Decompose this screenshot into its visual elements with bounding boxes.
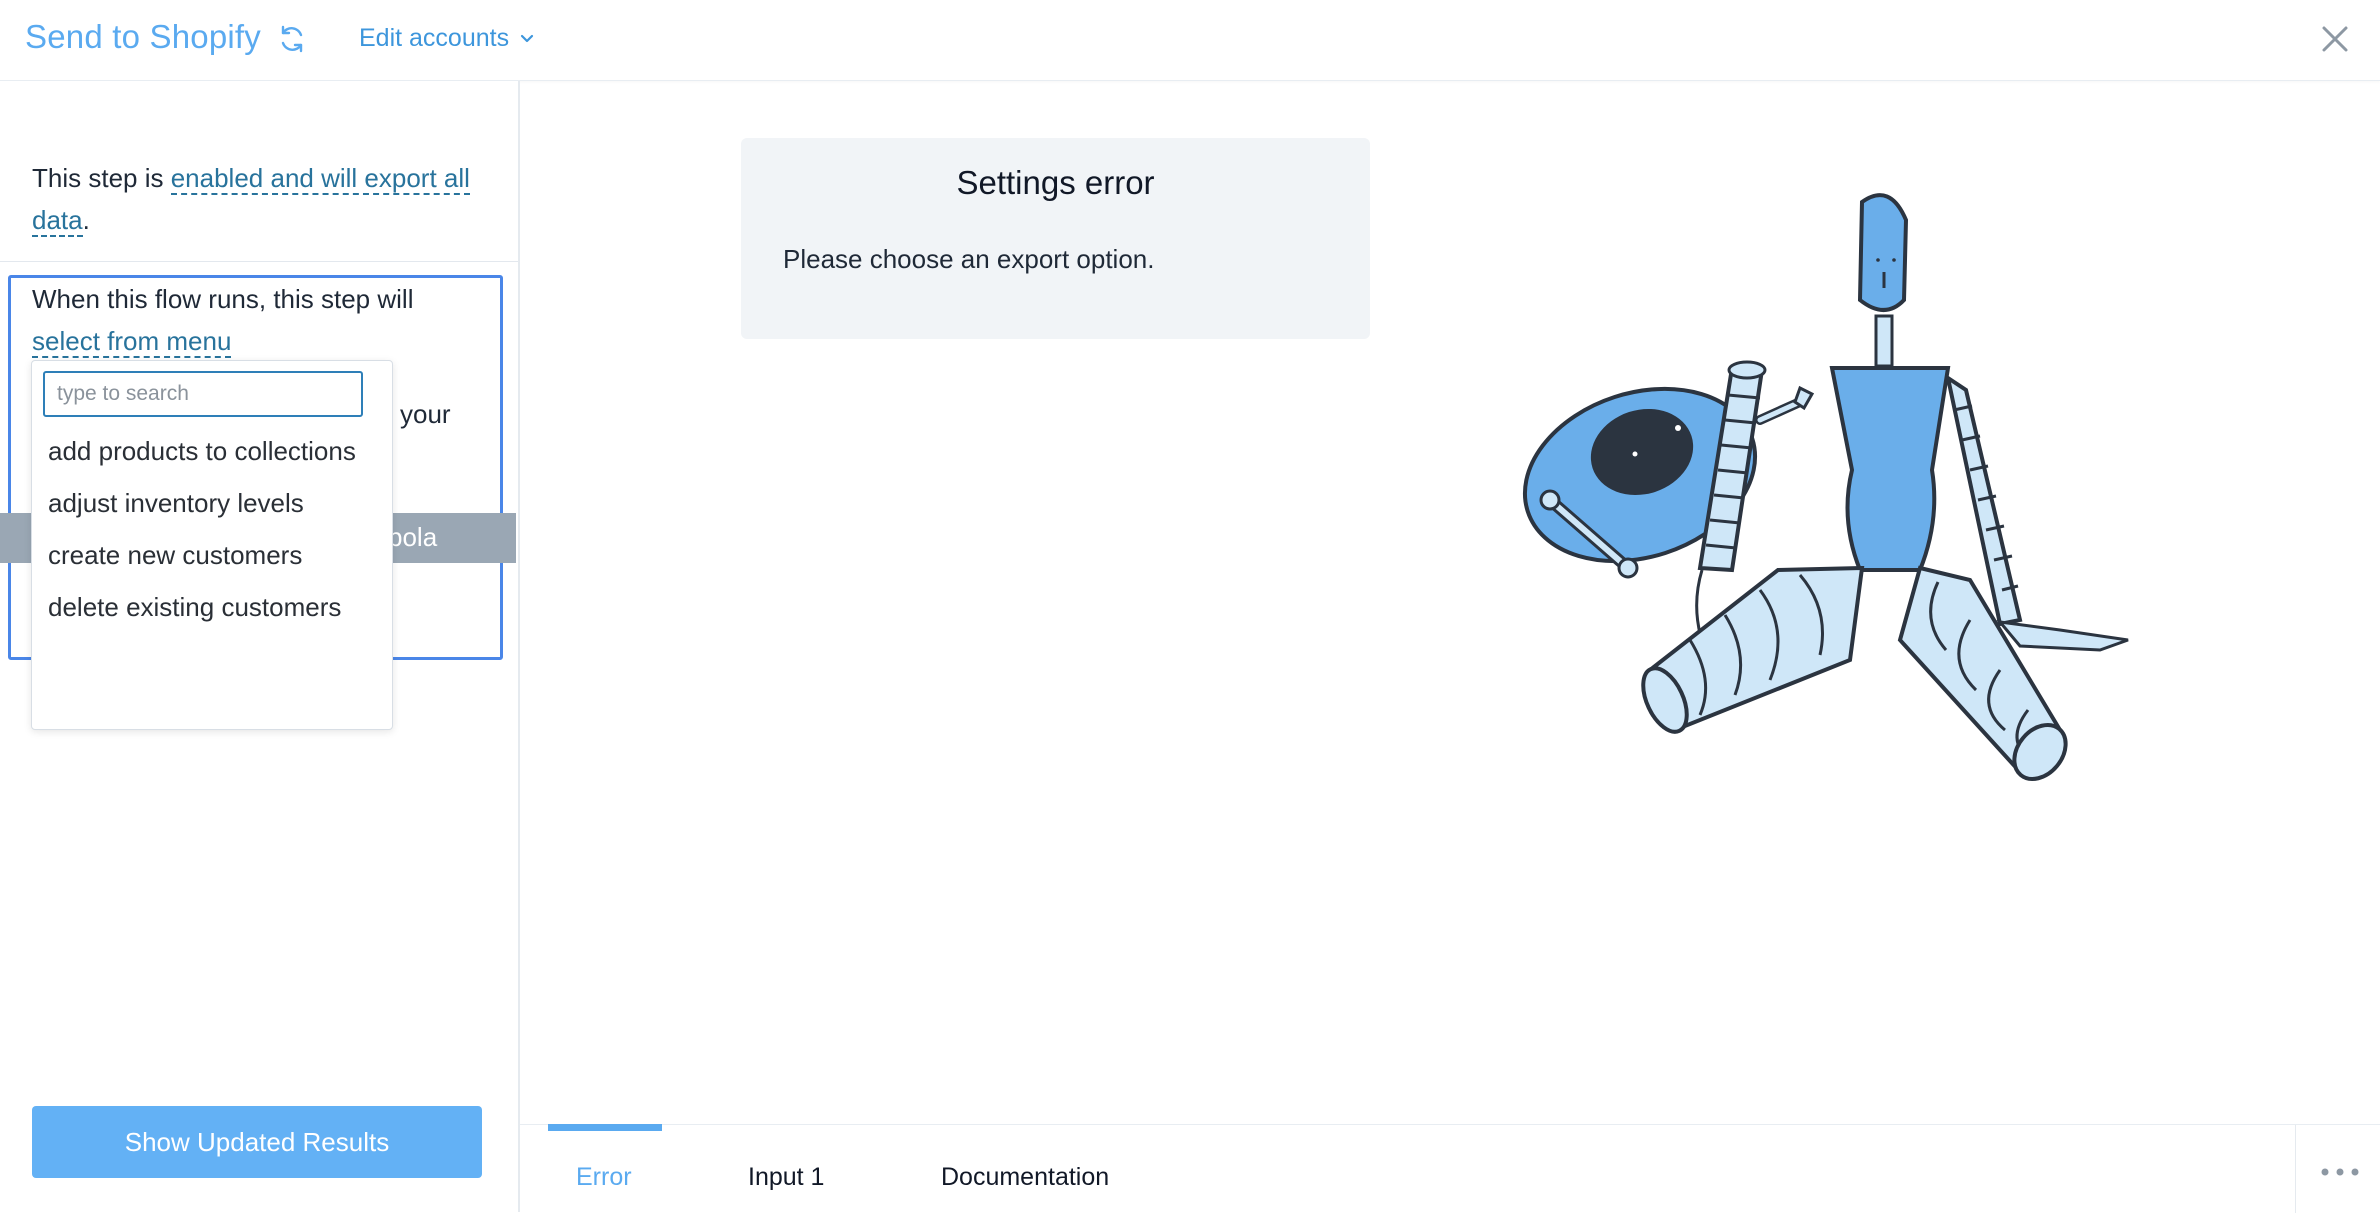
dropdown-options: add products to collections adjust inven… xyxy=(32,425,392,633)
dropdown-option[interactable]: create new customers xyxy=(32,529,392,581)
header: Send to Shopify Edit accounts xyxy=(0,0,2380,81)
active-tab-indicator xyxy=(548,1124,662,1131)
status-suffix: . xyxy=(82,205,90,235)
dropdown-option[interactable]: adjust inventory levels xyxy=(32,477,392,529)
error-title: Settings error xyxy=(956,164,1155,201)
select-from-menu-link[interactable]: select from menu xyxy=(32,326,232,358)
app-title: Send to Shopify xyxy=(25,18,261,55)
dropdown-search-input[interactable] xyxy=(43,371,363,417)
flow-text: When this flow runs, this step will xyxy=(32,284,414,314)
settings-error-card: Settings error Please choose an export o… xyxy=(741,138,1370,339)
refresh-icon[interactable] xyxy=(276,23,308,55)
bottom-tab-bar: Error Input 1 Documentation xyxy=(520,1124,2380,1213)
dropdown-option[interactable]: add products to collections xyxy=(32,425,392,477)
tab-input-1[interactable]: Input 1 xyxy=(748,1163,824,1192)
show-updated-results-button[interactable]: Show Updated Results xyxy=(32,1106,482,1178)
tab-bar-divider xyxy=(2295,1125,2296,1213)
dropdown-option[interactable]: delete existing customers xyxy=(32,581,392,633)
edit-accounts-label: Edit accounts xyxy=(359,24,510,52)
edit-accounts-button[interactable]: Edit accounts xyxy=(359,24,535,53)
flow-description: When this flow runs, this step will sele… xyxy=(32,278,492,362)
highlighted-row-text: pola xyxy=(388,522,438,552)
sidebar-divider xyxy=(0,261,518,262)
status-prefix: This step is xyxy=(32,163,171,193)
more-horizontal-icon[interactable] xyxy=(2320,1167,2360,1177)
close-icon[interactable] xyxy=(2318,22,2352,56)
tab-error[interactable]: Error xyxy=(576,1163,632,1192)
robot-illustration xyxy=(1522,193,2129,781)
chevron-down-icon xyxy=(520,34,534,42)
tab-documentation[interactable]: Documentation xyxy=(941,1163,1109,1192)
export-option-dropdown: add products to collections adjust inven… xyxy=(31,360,393,730)
flow-text-partial: your xyxy=(400,399,451,429)
error-message: Please choose an export option. xyxy=(783,244,1155,274)
sidebar: This step is enabled and will export all… xyxy=(0,81,520,1212)
step-status-text: This step is enabled and will export all… xyxy=(32,157,492,241)
